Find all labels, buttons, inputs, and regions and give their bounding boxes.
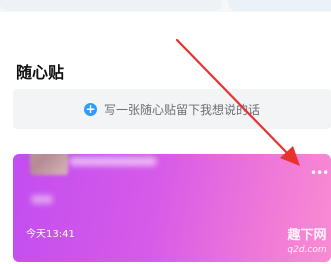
top-card-right[interactable] bbox=[228, 0, 331, 11]
section-title: 随心贴 bbox=[16, 63, 65, 82]
note-timestamp: 今天13:41 bbox=[26, 229, 75, 240]
plus-circle-icon: + bbox=[83, 101, 97, 116]
more-icon[interactable]: ••• bbox=[310, 167, 329, 179]
note-card[interactable]: ••• 今天13:41 趣下网 q2d.com bbox=[13, 154, 331, 262]
watermark-logo: 趣下网 q2d.com bbox=[280, 227, 331, 261]
top-card-strip bbox=[0, 0, 331, 12]
top-card-left[interactable] bbox=[0, 0, 222, 11]
compose-note-button[interactable]: + 写一张随心贴留下我想说的话 bbox=[13, 89, 331, 129]
watermark-brand: 趣下网 bbox=[287, 228, 327, 243]
blurred-username bbox=[69, 157, 157, 166]
watermark-domain: q2d.com bbox=[287, 245, 327, 255]
blurred-note-text bbox=[31, 195, 53, 204]
compose-prompt: 写一张随心贴留下我想说的话 bbox=[103, 102, 260, 117]
avatar[interactable] bbox=[30, 154, 68, 175]
